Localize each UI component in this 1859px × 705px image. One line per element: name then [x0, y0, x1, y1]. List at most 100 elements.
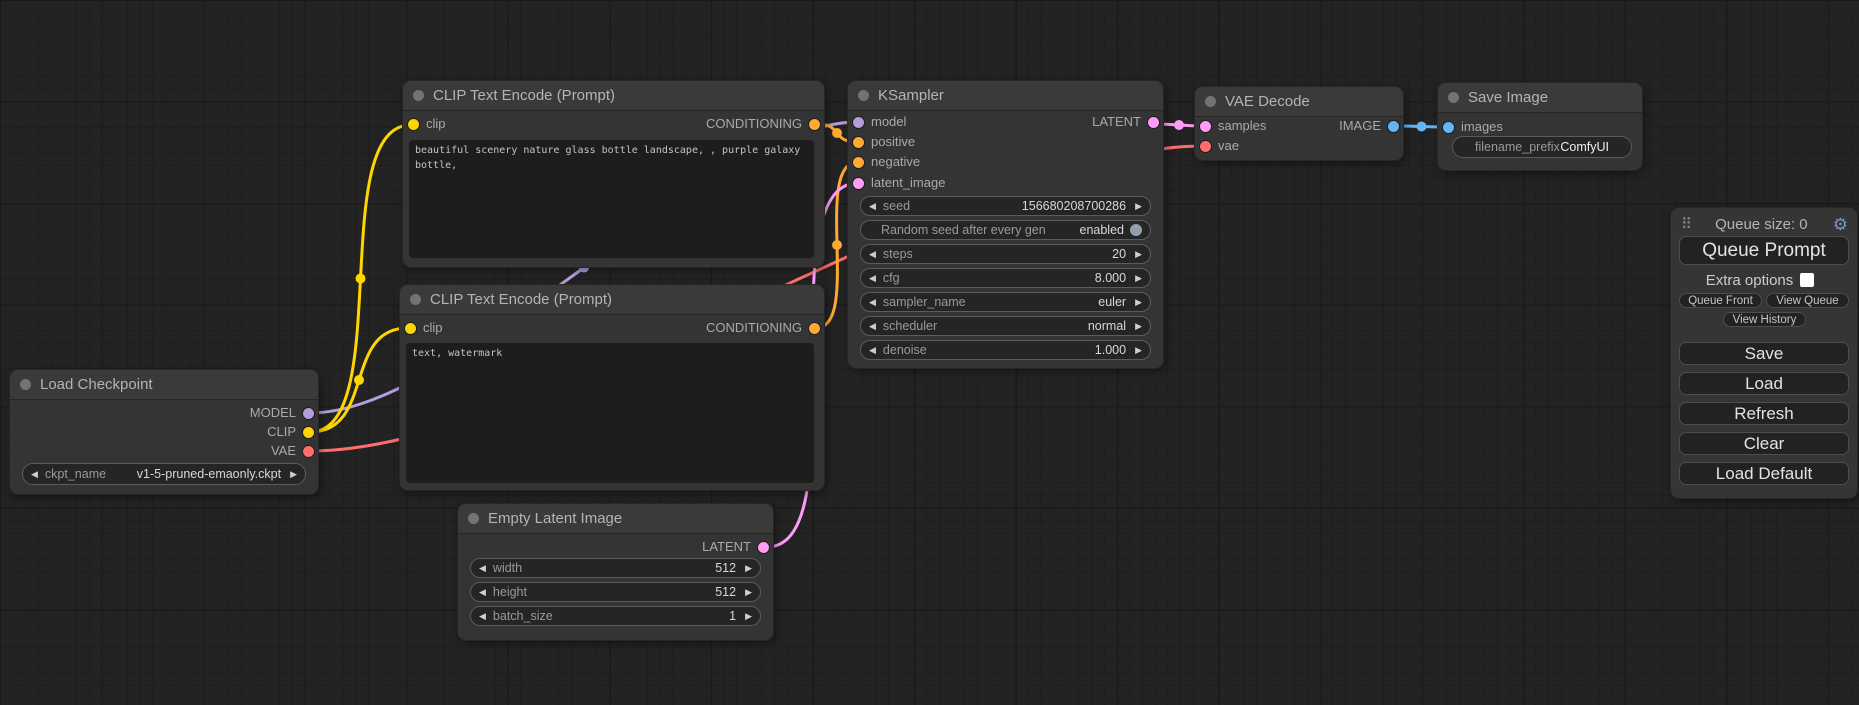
slot-dot-image[interactable] [1388, 121, 1399, 132]
widget-denoise[interactable]: ◀ denoise 1.000 ▶ [860, 340, 1151, 360]
node-clip-text-encode-negative[interactable]: CLIP Text Encode (Prompt) clip CONDITION… [400, 285, 824, 490]
increment-arrow-icon[interactable]: ▶ [1135, 250, 1142, 259]
decrement-arrow-icon[interactable]: ◀ [31, 470, 38, 479]
widget-batch-size[interactable]: ◀ batch_size 1 ▶ [470, 606, 761, 626]
load-button[interactable]: Load [1679, 372, 1849, 395]
collapse-dot[interactable] [858, 90, 869, 101]
widget-width[interactable]: ◀ width 512 ▶ [470, 558, 761, 578]
decrement-arrow-icon[interactable]: ◀ [869, 250, 876, 259]
widget-cfg[interactable]: ◀ cfg 8.000 ▶ [860, 268, 1151, 288]
clip-to-positive-link-midpoint-dot[interactable] [356, 274, 366, 284]
collapse-dot[interactable] [410, 294, 421, 305]
output-slot-latent[interactable]: LATENT [848, 112, 1163, 132]
collapse-dot[interactable] [20, 379, 31, 390]
widget-sampler-name[interactable]: ◀ sampler_name euler ▶ [860, 292, 1151, 312]
output-slot-model[interactable]: MODEL [10, 403, 318, 423]
node-load-checkpoint[interactable]: Load Checkpoint MODEL CLIP VAE ◀ ckpt_na… [10, 370, 318, 494]
output-slot-conditioning[interactable]: CONDITIONING [400, 318, 824, 338]
prompt-textarea[interactable]: beautiful scenery nature glass bottle la… [409, 140, 814, 258]
node-vae-decode-titlebar[interactable]: VAE Decode [1195, 87, 1403, 117]
decrement-arrow-icon[interactable]: ◀ [869, 346, 876, 355]
view-history-button[interactable]: View History [1723, 312, 1806, 327]
node-load-checkpoint-titlebar[interactable]: Load Checkpoint [10, 370, 318, 400]
node-save-image[interactable]: Save Image images filename_prefix ComfyU… [1438, 83, 1642, 170]
slot-dot-conditioning[interactable] [809, 119, 820, 130]
node-empty-latent-image[interactable]: Empty Latent Image LATENT ◀ width 512 ▶ … [458, 504, 773, 640]
decrement-arrow-icon[interactable]: ◀ [869, 298, 876, 307]
widget-steps[interactable]: ◀ steps 20 ▶ [860, 244, 1151, 264]
slot-dot-conditioning[interactable] [809, 323, 820, 334]
slot-dot-latent[interactable] [758, 542, 769, 553]
slot-dot-clip[interactable] [303, 427, 314, 438]
collapse-dot[interactable] [1448, 92, 1459, 103]
output-slot-conditioning[interactable]: CONDITIONING [403, 114, 824, 134]
collapse-dot[interactable] [468, 513, 479, 524]
drag-handle-icon[interactable]: ⠿ [1681, 215, 1690, 233]
slot-dot-vae[interactable] [1200, 141, 1211, 152]
clip-to-negative-link-midpoint-dot[interactable] [354, 375, 364, 385]
decrement-arrow-icon[interactable]: ◀ [479, 612, 486, 621]
decrement-arrow-icon[interactable]: ◀ [869, 322, 876, 331]
slot-dot-images[interactable] [1443, 122, 1454, 133]
view-queue-button[interactable]: View Queue [1766, 293, 1849, 308]
increment-arrow-icon[interactable]: ▶ [1135, 298, 1142, 307]
queue-front-button[interactable]: Queue Front [1679, 293, 1762, 308]
save-button[interactable]: Save [1679, 342, 1849, 365]
widget-height[interactable]: ◀ height 512 ▶ [470, 582, 761, 602]
slot-dot-latent[interactable] [1148, 117, 1159, 128]
node-empty-latent-titlebar[interactable]: Empty Latent Image [458, 504, 773, 534]
decrement-arrow-icon[interactable]: ◀ [479, 564, 486, 573]
output-slot-vae[interactable]: VAE [10, 441, 318, 461]
widget-ckpt-name[interactable]: ◀ ckpt_name v1-5-pruned-emaonly.ckpt ▶ [22, 463, 306, 485]
slot-dot-negative[interactable] [853, 157, 864, 168]
node-save-image-titlebar[interactable]: Save Image [1438, 83, 1642, 113]
node-vae-decode[interactable]: VAE Decode samples IMAGE vae [1195, 87, 1403, 160]
decrement-arrow-icon[interactable]: ◀ [869, 274, 876, 283]
slot-dot-positive[interactable] [853, 137, 864, 148]
increment-arrow-icon[interactable]: ▶ [745, 564, 752, 573]
increment-arrow-icon[interactable]: ▶ [745, 588, 752, 597]
input-slot-latent-image[interactable]: latent_image [848, 173, 1163, 193]
input-slot-vae[interactable]: vae [1195, 136, 1403, 156]
node-ksampler[interactable]: KSampler model LATENT positive negative … [848, 81, 1163, 368]
queue-panel[interactable]: ⠿ Queue size: 0 ⚙ Queue Prompt Extra opt… [1671, 208, 1857, 498]
widget-filename-prefix[interactable]: filename_prefix ComfyUI [1452, 136, 1632, 158]
widget-random-seed-toggle[interactable]: Random seed after every gen enabled [860, 220, 1151, 240]
decrement-arrow-icon[interactable]: ◀ [479, 588, 486, 597]
sampled-latent-link-midpoint-dot[interactable] [1174, 120, 1184, 130]
node-clip-text-encode-positive[interactable]: CLIP Text Encode (Prompt) clip CONDITION… [403, 81, 824, 267]
clear-button[interactable]: Clear [1679, 432, 1849, 455]
increment-arrow-icon[interactable]: ▶ [290, 470, 297, 479]
slot-dot-latent-image[interactable] [853, 178, 864, 189]
node-clip-negative-titlebar[interactable]: CLIP Text Encode (Prompt) [400, 285, 824, 315]
input-slot-negative[interactable]: negative [848, 152, 1163, 172]
extra-options-checkbox[interactable] [1800, 273, 1814, 287]
increment-arrow-icon[interactable]: ▶ [745, 612, 752, 621]
widget-seed[interactable]: ◀ seed 156680208700286 ▶ [860, 196, 1151, 216]
queue-prompt-button[interactable]: Queue Prompt [1679, 236, 1849, 265]
output-slot-latent[interactable]: LATENT [458, 537, 773, 557]
increment-arrow-icon[interactable]: ▶ [1135, 202, 1142, 211]
prompt-textarea[interactable]: text, watermark [406, 343, 814, 483]
node-clip-positive-titlebar[interactable]: CLIP Text Encode (Prompt) [403, 81, 824, 111]
node-ksampler-titlebar[interactable]: KSampler [848, 81, 1163, 111]
toggle-dot[interactable] [1130, 224, 1142, 236]
positive-conditioning-link-midpoint-dot[interactable] [832, 128, 842, 138]
node-graph-canvas[interactable]: Load Checkpoint MODEL CLIP VAE ◀ ckpt_na… [0, 0, 1859, 705]
output-slot-image[interactable]: IMAGE [1195, 116, 1403, 136]
load-default-button[interactable]: Load Default [1679, 462, 1849, 485]
slot-dot-vae[interactable] [303, 446, 314, 457]
refresh-button[interactable]: Refresh [1679, 402, 1849, 425]
gear-icon[interactable]: ⚙ [1833, 216, 1848, 233]
increment-arrow-icon[interactable]: ▶ [1135, 274, 1142, 283]
output-slot-clip[interactable]: CLIP [10, 422, 318, 442]
image-link-midpoint-dot[interactable] [1417, 122, 1427, 132]
input-slot-images[interactable]: images [1438, 117, 1642, 137]
increment-arrow-icon[interactable]: ▶ [1135, 322, 1142, 331]
decrement-arrow-icon[interactable]: ◀ [869, 202, 876, 211]
input-slot-positive[interactable]: positive [848, 132, 1163, 152]
widget-scheduler[interactable]: ◀ scheduler normal ▶ [860, 316, 1151, 336]
negative-conditioning-link-midpoint-dot[interactable] [832, 240, 842, 250]
collapse-dot[interactable] [1205, 96, 1216, 107]
collapse-dot[interactable] [413, 90, 424, 101]
